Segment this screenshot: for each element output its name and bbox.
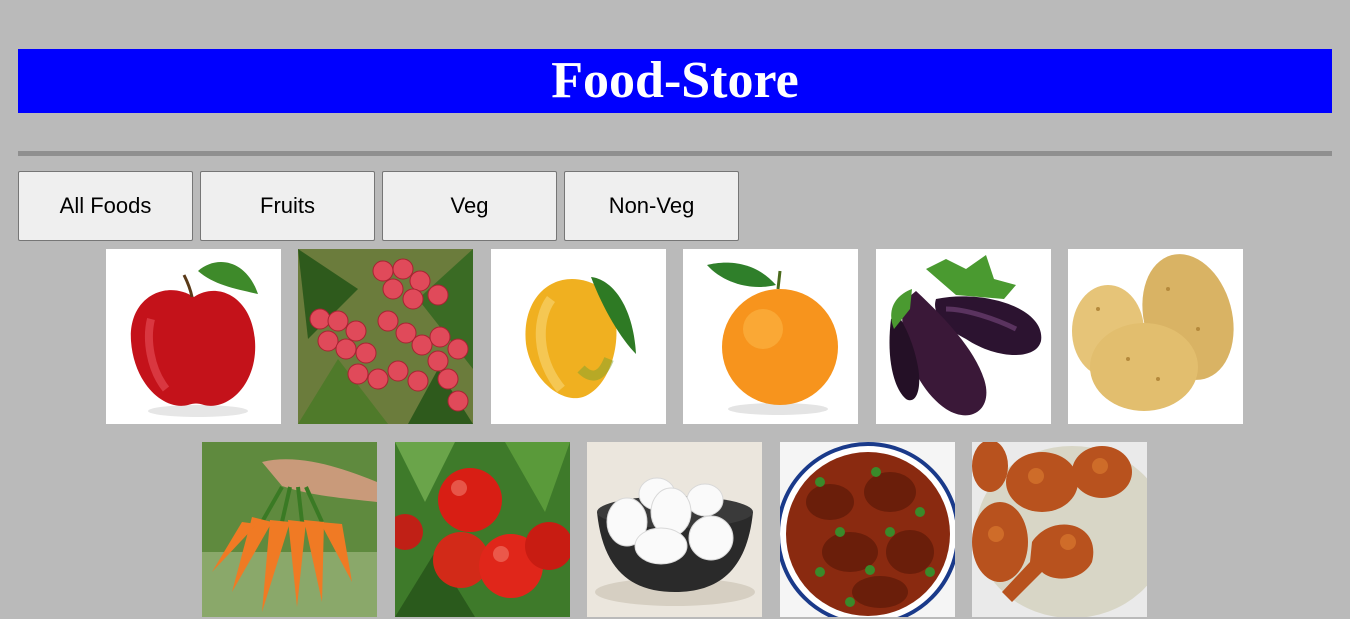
tab-all-foods[interactable]: All Foods [18, 171, 193, 241]
product-image-tomato[interactable] [395, 442, 570, 617]
page-title: Food-Store [18, 49, 1332, 113]
product-image-potato[interactable] [1068, 249, 1243, 424]
category-tabs: All Foods Fruits Veg Non-Veg [18, 171, 739, 241]
divider [18, 151, 1332, 156]
product-image-lychee[interactable] [298, 249, 473, 424]
product-image-curry[interactable] [780, 442, 955, 617]
product-image-egg[interactable] [587, 442, 762, 617]
product-image-apple[interactable] [106, 249, 281, 424]
product-image-carrot[interactable] [202, 442, 377, 617]
product-image-eggplant[interactable] [876, 249, 1051, 424]
product-image-mango[interactable] [491, 249, 666, 424]
tab-fruits[interactable]: Fruits [200, 171, 375, 241]
product-image-fried-chicken[interactable] [972, 442, 1147, 617]
product-image-orange[interactable] [683, 249, 858, 424]
tab-non-veg[interactable]: Non-Veg [564, 171, 739, 241]
tab-veg[interactable]: Veg [382, 171, 557, 241]
